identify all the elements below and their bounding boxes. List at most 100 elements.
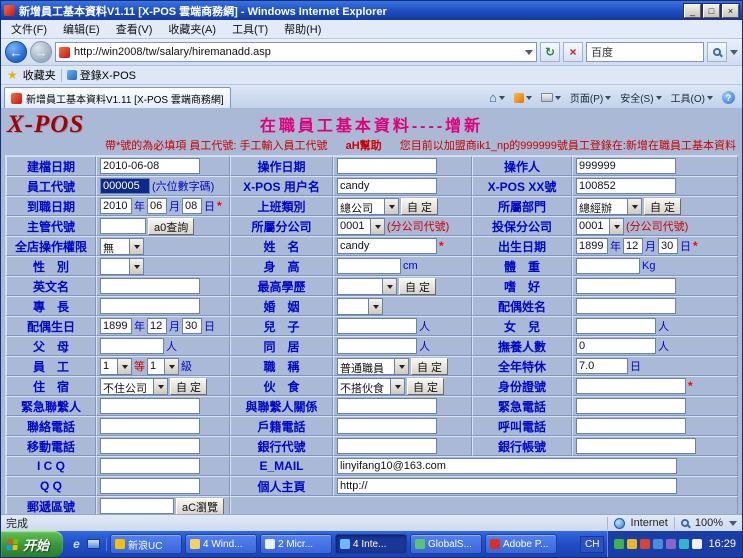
refresh-icon[interactable]: ↻	[540, 42, 560, 62]
accommodation-button[interactable]: 自 定	[170, 378, 207, 395]
minimize-button[interactable]: _	[684, 4, 701, 18]
birth-date-input[interactable]	[623, 238, 643, 254]
icq-input[interactable]	[100, 458, 200, 474]
tray-icon[interactable]	[614, 539, 624, 549]
address-bar[interactable]: http://win2008/tw/salary/hiremanadd.asp	[55, 42, 537, 62]
marriage-select[interactable]	[337, 298, 383, 315]
hire-date-input[interactable]	[100, 198, 132, 214]
tray-icon[interactable]	[666, 539, 676, 549]
bank-code-input[interactable]	[337, 438, 437, 454]
dropdown-arrow-icon[interactable]	[129, 239, 143, 254]
dropdown-arrow-icon[interactable]	[164, 359, 178, 374]
branch-company-select[interactable]: 0001	[337, 218, 385, 235]
tray-icon[interactable]	[692, 539, 702, 549]
spouse-birthday-input[interactable]	[100, 318, 132, 334]
help-link[interactable]: aH幫助	[346, 137, 382, 153]
spouse-name-input[interactable]	[576, 298, 676, 314]
spouse-birthday-input[interactable]	[182, 318, 202, 334]
birth-date-input[interactable]	[658, 238, 678, 254]
dropdown-arrow-icon[interactable]	[153, 379, 167, 394]
daughters-input[interactable]	[576, 318, 656, 334]
employee-grade-select[interactable]: 1	[100, 358, 132, 375]
show-desktop-icon[interactable]	[87, 539, 100, 549]
shift-type-button[interactable]: 自 定	[401, 198, 438, 215]
email-input[interactable]	[337, 458, 677, 474]
hobby-input[interactable]	[576, 278, 676, 294]
taskbar-button[interactable]: 4 Wind...	[185, 534, 257, 554]
education-select[interactable]	[337, 278, 397, 295]
job-title-button[interactable]: 自 定	[411, 358, 448, 375]
meals-select[interactable]: 不搭伙食	[337, 378, 405, 395]
weight-input[interactable]	[576, 258, 640, 274]
department-button[interactable]: 自 定	[644, 198, 681, 215]
education-button[interactable]: 自 定	[399, 278, 436, 295]
hire-date-input[interactable]	[182, 198, 202, 214]
xpos-card-no-input[interactable]	[576, 178, 676, 194]
zoom-icon[interactable]	[681, 519, 689, 527]
dropdown-arrow-icon[interactable]	[129, 259, 143, 274]
taskbar-button[interactable]: 2 Micr...	[260, 534, 332, 554]
dropdown-arrow-icon[interactable]	[117, 359, 131, 374]
search-box[interactable]: 百度	[586, 42, 704, 62]
maximize-button[interactable]: □	[703, 4, 720, 18]
height-input[interactable]	[337, 258, 401, 274]
menu-item[interactable]: 工具(T)	[224, 20, 276, 38]
shift-type-select[interactable]: 總公司	[337, 198, 399, 215]
tools-menu-button[interactable]: 工具(O)	[667, 88, 717, 108]
menu-item[interactable]: 编辑(E)	[55, 20, 108, 38]
id-number-input[interactable]	[576, 378, 686, 394]
operation-date-input[interactable]	[337, 158, 437, 174]
menu-item[interactable]: 收藏夹(A)	[160, 20, 224, 38]
store-permission-select[interactable]: 無	[100, 238, 144, 255]
taskbar-button[interactable]: GlobalS...	[410, 534, 482, 554]
hire-date-input[interactable]	[147, 198, 167, 214]
dropdown-arrow-icon[interactable]	[384, 199, 398, 214]
mobile-phone-input[interactable]	[100, 438, 200, 454]
address-dropdown-icon[interactable]	[525, 50, 533, 59]
contact-relation-input[interactable]	[337, 398, 437, 414]
employee-code-input[interactable]	[100, 178, 150, 194]
operator-input[interactable]	[576, 158, 676, 174]
meals-button[interactable]: 自 定	[407, 378, 444, 395]
help-button[interactable]: ?	[718, 88, 739, 108]
dropdown-arrow-icon[interactable]	[370, 219, 384, 234]
dropdown-arrow-icon[interactable]	[382, 279, 396, 294]
supervisor-code-button[interactable]: a0查詢	[148, 218, 194, 235]
tray-icon[interactable]	[627, 539, 637, 549]
safety-menu-button[interactable]: 安全(S)	[616, 88, 665, 108]
department-select[interactable]: 總經辦	[576, 198, 642, 215]
cohabitants-input[interactable]	[337, 338, 417, 354]
stop-icon[interactable]: ×	[563, 42, 583, 62]
language-indicator[interactable]: CH	[580, 536, 604, 553]
forward-button[interactable]: →	[30, 41, 52, 63]
tray-icon[interactable]	[640, 539, 650, 549]
spouse-birthday-input[interactable]	[147, 318, 167, 334]
dropdown-arrow-icon[interactable]	[609, 219, 623, 234]
menu-item[interactable]: 文件(F)	[3, 20, 55, 38]
homepage-input[interactable]	[337, 478, 677, 494]
zoom-level[interactable]: 100%	[695, 517, 723, 529]
birth-date-input[interactable]	[576, 238, 608, 254]
dropdown-arrow-icon[interactable]	[390, 379, 404, 394]
favorites-button[interactable]: 收藏夹	[23, 67, 56, 83]
start-button[interactable]: 开始	[1, 531, 63, 557]
english-name-input[interactable]	[100, 278, 200, 294]
home-button[interactable]: ⌂	[485, 88, 509, 108]
dropdown-arrow-icon[interactable]	[368, 299, 382, 314]
taskbar-button[interactable]: Adobe P...	[485, 534, 557, 554]
create-date-input[interactable]	[100, 158, 200, 174]
accommodation-select[interactable]: 不住公司	[100, 378, 168, 395]
tab-current-page[interactable]: 新增員工基本資料V1.11 [X-POS 雲端商務網]	[4, 87, 231, 108]
tray-icon[interactable]	[679, 539, 689, 549]
dropdown-arrow-icon[interactable]	[394, 359, 408, 374]
postal-code-input[interactable]	[100, 498, 174, 514]
bank-account-input[interactable]	[576, 438, 696, 454]
sons-input[interactable]	[337, 318, 417, 334]
search-dropdown-icon[interactable]	[730, 50, 738, 59]
back-button[interactable]: ←	[5, 41, 27, 63]
job-title-select[interactable]: 普通職員	[337, 358, 409, 375]
taskbar-button[interactable]: 新浪UC	[110, 534, 182, 554]
menu-item[interactable]: 查看(V)	[108, 20, 161, 38]
close-button[interactable]: ×	[722, 4, 739, 18]
favorite-link-xpos[interactable]: 登錄X-POS	[67, 67, 136, 83]
